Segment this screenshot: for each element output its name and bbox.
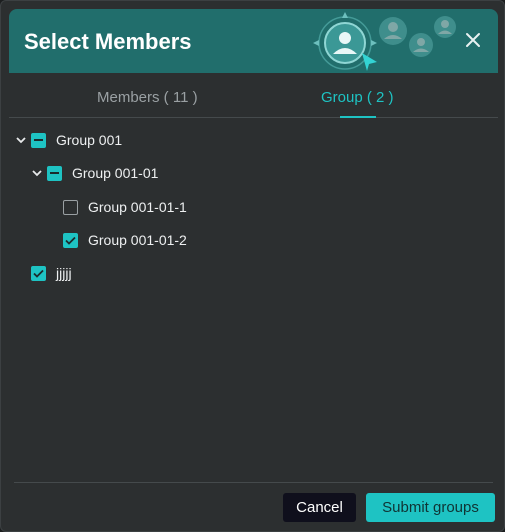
tree-node-jjjjj[interactable]: jjjjj <box>31 261 72 285</box>
close-icon[interactable] <box>464 31 482 49</box>
indeterminate-checkbox[interactable] <box>47 165 62 181</box>
active-tab-indicator <box>340 116 376 118</box>
members-illustration-icon <box>313 12 456 71</box>
tab-group[interactable]: Group ( 2 ) <box>321 89 394 106</box>
tree-node-label: Group 001-01-2 <box>88 232 187 248</box>
dialog-title: Select Members <box>24 29 192 54</box>
cancel-button[interactable]: Cancel <box>283 493 356 522</box>
submit-groups-button[interactable]: Submit groups <box>366 493 495 522</box>
select-members-dialog: Select Members Members (11) Group (2 … <box>0 0 505 532</box>
tree-node-group-001-01-1[interactable]: Group 001-01-1 <box>63 195 187 219</box>
check-icon <box>33 269 44 278</box>
tree-node-group-001[interactable]: Group 001 <box>14 128 122 152</box>
tree-node-group-001-01[interactable]: Group 001-01 <box>30 161 158 185</box>
checkbox-checked[interactable] <box>63 232 78 248</box>
tab-bar: Members ( 11 ) Group ( 2 ) <box>9 81 498 118</box>
tab-members[interactable]: Members ( 11 ) <box>97 89 198 106</box>
checkbox-checked[interactable] <box>31 265 46 281</box>
tree-node-label: Group 001-01-1 <box>88 199 187 215</box>
checkbox[interactable] <box>63 199 78 215</box>
tree-node-group-001-01-2[interactable]: Group 001-01-2 <box>63 228 187 252</box>
footer-divider <box>14 482 493 483</box>
tree-node-label: Group 001 <box>56 132 123 148</box>
indeterminate-checkbox[interactable] <box>31 132 46 148</box>
tree-node-label: jjjjj <box>56 265 72 281</box>
check-icon <box>65 236 76 245</box>
chevron-down-icon[interactable] <box>30 166 44 180</box>
chevron-down-icon[interactable] <box>14 133 28 147</box>
dialog-header: Select Members <box>9 9 498 73</box>
tree-node-label: Group 001-01 <box>72 165 159 181</box>
